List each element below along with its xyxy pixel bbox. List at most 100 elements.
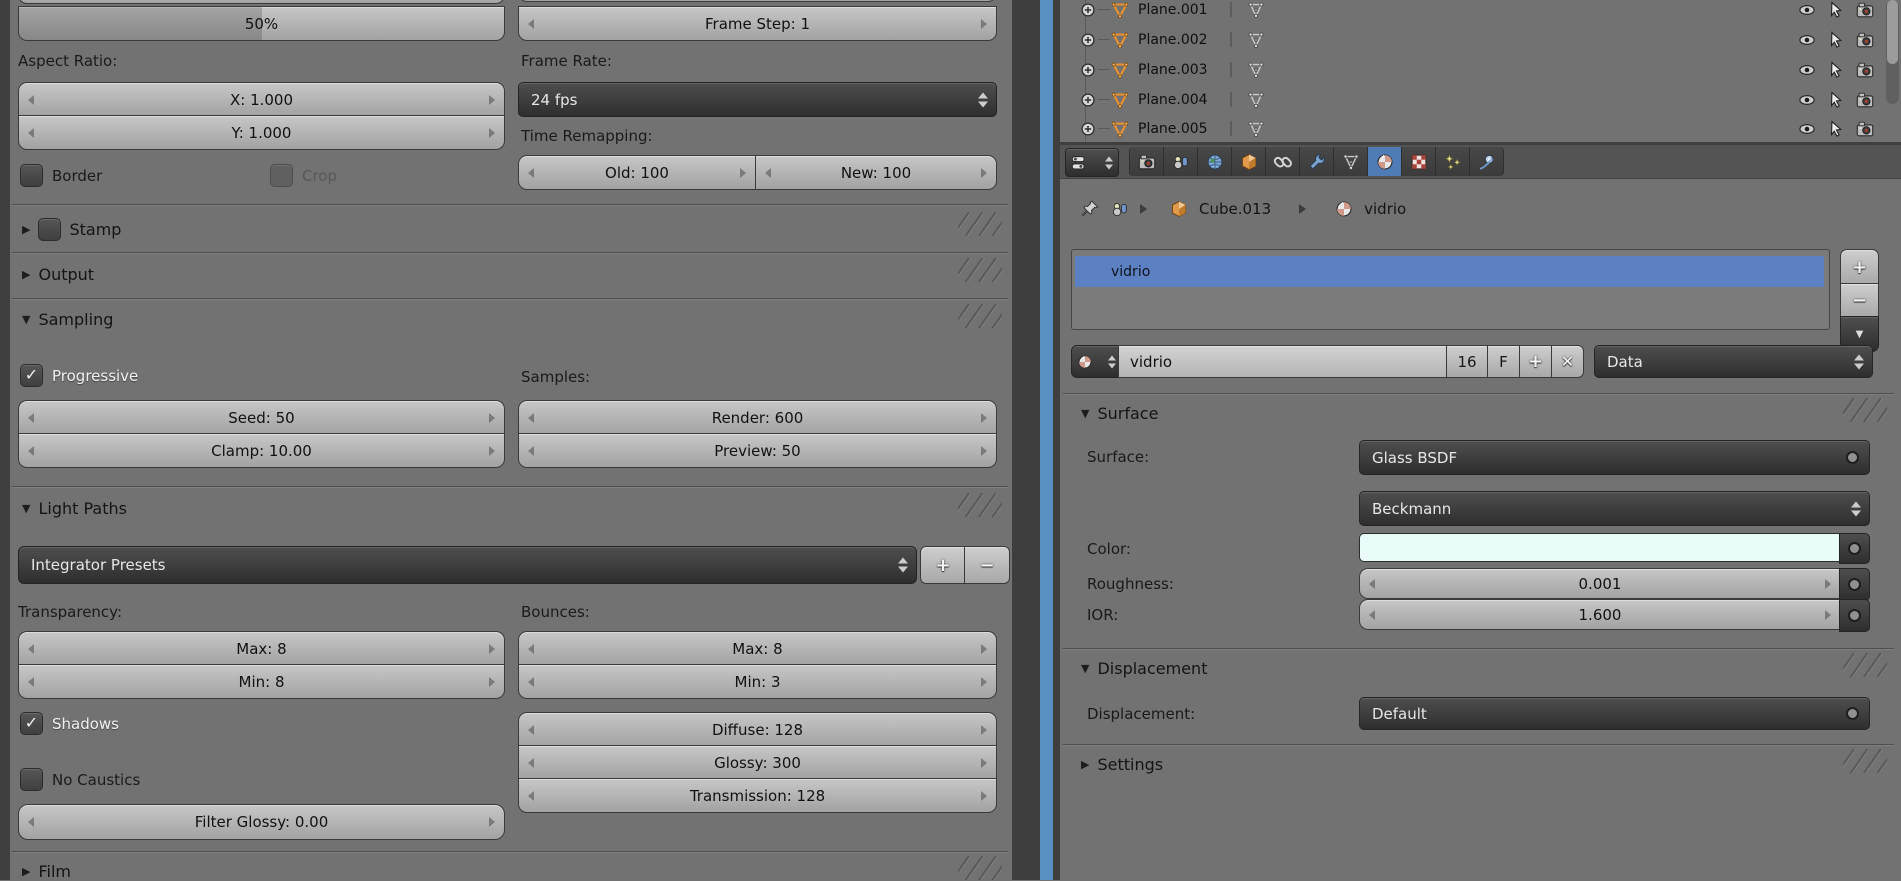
increment-arrow-icon[interactable]	[1825, 609, 1831, 620]
increment-arrow-icon[interactable]	[489, 412, 495, 423]
decrement-arrow-icon[interactable]	[528, 167, 534, 178]
selectable-cursor-icon[interactable]	[1826, 90, 1846, 110]
increment-arrow-icon[interactable]	[489, 817, 495, 827]
progressive-checkbox-row[interactable]: Progressive	[20, 364, 138, 387]
visibility-eye-icon[interactable]	[1797, 90, 1817, 110]
object-name[interactable]: Plane.005	[1138, 121, 1208, 137]
object-name[interactable]: Plane.001	[1138, 2, 1208, 18]
bounces-min-field[interactable]: Min: 3	[518, 664, 997, 699]
render-samples-field[interactable]: Render: 600	[518, 400, 997, 434]
decrement-arrow-icon[interactable]	[528, 724, 534, 735]
aspect-y-field[interactable]: Y: 1.000	[18, 115, 505, 150]
increment-arrow-icon[interactable]	[981, 643, 987, 654]
border-checkbox[interactable]	[20, 164, 43, 187]
bounces-max-field[interactable]: Max: 8	[518, 631, 997, 665]
renderable-camera-icon[interactable]	[1855, 119, 1875, 139]
increment-arrow-icon[interactable]	[981, 167, 987, 178]
time-remap-old-field[interactable]: Old: 100	[518, 155, 756, 190]
aspect-x-field[interactable]: X: 1.000	[18, 82, 505, 116]
renderable-camera-icon[interactable]	[1855, 30, 1875, 50]
outliner-scrollbar-track[interactable]	[1886, 0, 1899, 104]
decrement-arrow-icon[interactable]	[765, 167, 771, 178]
frame-rate-dropdown[interactable]: 24 fps	[518, 82, 997, 117]
decrement-arrow-icon[interactable]	[28, 817, 34, 827]
tab-scene[interactable]	[1164, 147, 1198, 176]
tab-object[interactable]	[1232, 147, 1266, 176]
displacement-method-button[interactable]: Default	[1359, 697, 1870, 730]
remove-material-slot-button[interactable]: −	[1840, 283, 1879, 318]
preview-samples-field[interactable]: Preview: 50	[518, 433, 997, 468]
visibility-eye-icon[interactable]	[1797, 119, 1817, 139]
collapsed-arrow-icon[interactable]: ▶	[22, 223, 30, 236]
tab-constraints[interactable]	[1266, 147, 1300, 176]
no-caustics-checkbox-row[interactable]: No Caustics	[20, 768, 140, 791]
selectable-cursor-icon[interactable]	[1826, 0, 1846, 20]
surface-panel-header[interactable]: ▼ Surface	[1081, 404, 1158, 423]
stamp-checkbox[interactable]	[38, 218, 62, 241]
ior-socket-tab[interactable]	[1839, 599, 1870, 632]
decrement-arrow-icon[interactable]	[528, 18, 534, 29]
film-panel-header[interactable]: ▶ Film	[22, 862, 71, 881]
frame-step-field[interactable]: Frame Step: 1	[518, 6, 997, 41]
decrement-arrow-icon[interactable]	[528, 757, 534, 768]
renderable-camera-icon[interactable]	[1855, 0, 1875, 20]
decrement-arrow-icon[interactable]	[28, 127, 34, 138]
panel-drag-grip[interactable]	[958, 212, 1002, 236]
seed-field[interactable]: Seed: 50	[18, 400, 505, 434]
users-count-button[interactable]: 16	[1446, 345, 1488, 378]
renderable-camera-icon[interactable]	[1855, 90, 1875, 110]
tab-material-active[interactable]	[1368, 147, 1402, 176]
material-name-field[interactable]: vidrio	[1118, 345, 1448, 378]
increment-arrow-icon[interactable]	[981, 724, 987, 735]
panel-drag-grip[interactable]	[958, 258, 1002, 282]
border-checkbox-row[interactable]: Border	[20, 164, 102, 187]
pin-icon[interactable]	[1080, 199, 1100, 219]
expand-plus-icon[interactable]	[1078, 0, 1098, 20]
decrement-arrow-icon[interactable]	[1369, 609, 1375, 620]
increment-arrow-icon[interactable]	[489, 643, 495, 654]
color-socket-tab[interactable]	[1839, 533, 1870, 564]
expand-plus-icon[interactable]	[1078, 119, 1098, 139]
visibility-eye-icon[interactable]	[1797, 60, 1817, 80]
editor-type-selector[interactable]	[1065, 148, 1119, 177]
increment-arrow-icon[interactable]	[981, 412, 987, 423]
expanded-arrow-icon[interactable]: ▼	[1081, 662, 1089, 675]
expand-plus-icon[interactable]	[1078, 30, 1098, 50]
tab-world[interactable]	[1198, 147, 1232, 176]
increment-arrow-icon[interactable]	[981, 790, 987, 801]
light-paths-panel-header[interactable]: ▼ Light Paths	[22, 499, 127, 518]
decrement-arrow-icon[interactable]	[28, 445, 34, 456]
datablock-source-dropdown[interactable]: Data	[1594, 345, 1873, 378]
expanded-arrow-icon[interactable]: ▼	[22, 502, 30, 515]
roughness-field[interactable]: 0.001	[1359, 568, 1841, 599]
object-name[interactable]: Plane.002	[1138, 32, 1208, 48]
integrator-presets-dropdown[interactable]: Integrator Presets	[18, 546, 917, 584]
transparency-max-field[interactable]: Max: 8	[18, 631, 505, 665]
settings-panel-header[interactable]: ▶ Settings	[1081, 755, 1163, 774]
collapsed-arrow-icon[interactable]: ▶	[22, 865, 30, 878]
panel-drag-grip[interactable]	[1843, 398, 1887, 422]
crop-checkbox[interactable]	[270, 164, 293, 187]
progressive-checkbox[interactable]	[20, 364, 43, 387]
decrement-arrow-icon[interactable]	[28, 643, 34, 654]
selectable-cursor-icon[interactable]	[1826, 119, 1846, 139]
outliner-row[interactable]: Plane.004	[1067, 85, 1901, 114]
add-material-slot-button[interactable]: +	[1840, 249, 1879, 284]
object-name[interactable]: Plane.004	[1138, 92, 1208, 108]
material-browser-button[interactable]	[1071, 345, 1120, 378]
editor-divider-handle[interactable]	[1040, 0, 1053, 880]
panel-drag-grip[interactable]	[1843, 653, 1887, 677]
shadows-checkbox-row[interactable]: Shadows	[20, 712, 119, 735]
decrement-arrow-icon[interactable]	[1369, 578, 1375, 589]
material-slot-list[interactable]: vidrio	[1071, 249, 1830, 330]
renderable-camera-icon[interactable]	[1855, 60, 1875, 80]
increment-arrow-icon[interactable]	[489, 445, 495, 456]
increment-arrow-icon[interactable]	[489, 676, 495, 687]
frame-end-field-partial[interactable]	[518, 0, 997, 2]
material-slot-selected[interactable]: vidrio	[1075, 256, 1824, 287]
expanded-arrow-icon[interactable]: ▼	[1081, 407, 1089, 420]
outliner-row[interactable]: Plane.002	[1067, 25, 1901, 54]
outliner-row[interactable]: Plane.003	[1067, 55, 1901, 84]
tab-texture[interactable]	[1402, 147, 1436, 176]
sampling-panel-header[interactable]: ▼ Sampling	[22, 310, 113, 329]
